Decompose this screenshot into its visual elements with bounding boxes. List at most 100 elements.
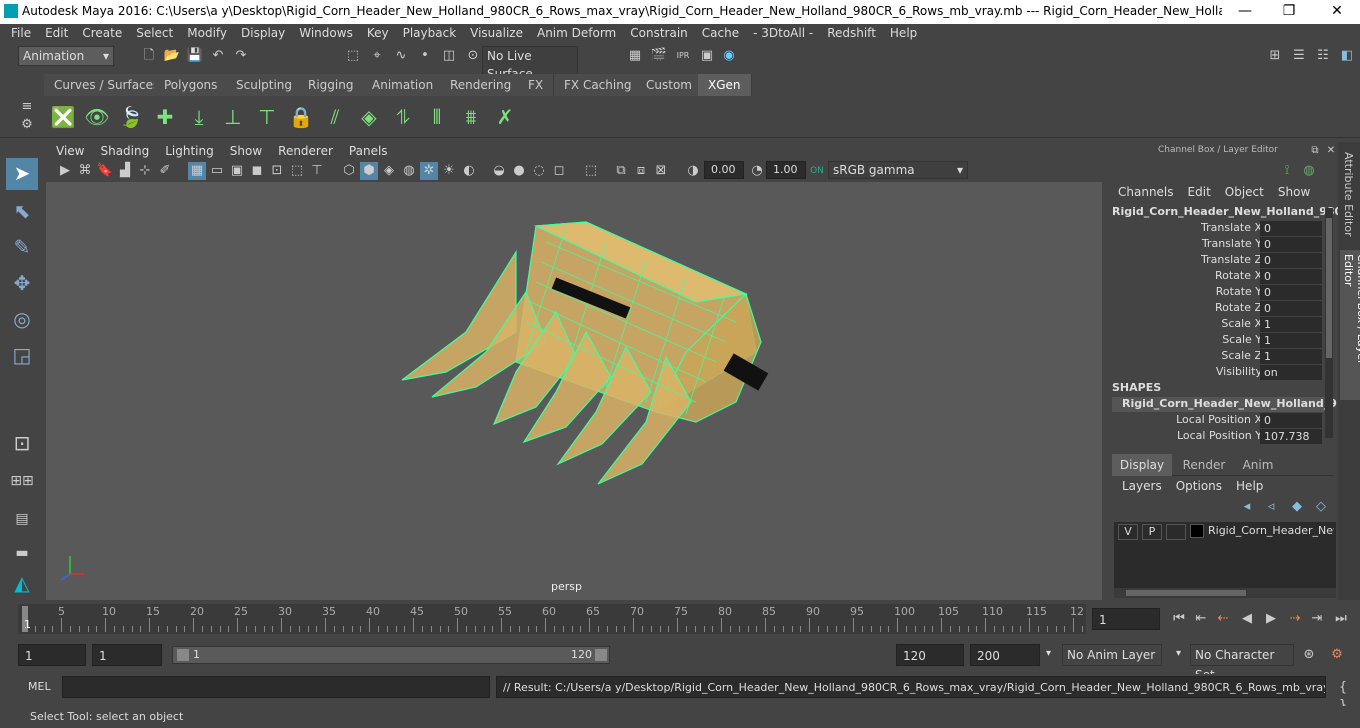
step-forward-key-icon[interactable]: ⇥ [1308, 610, 1326, 628]
tab-fx[interactable]: FX [518, 74, 555, 96]
tab-fx-caching[interactable]: FX Caching [554, 74, 643, 96]
menu-display[interactable]: Display [234, 24, 292, 42]
mel-label[interactable]: MEL [28, 680, 51, 693]
exposure-field[interactable]: 0.00 [704, 161, 744, 179]
resolution-gate-icon[interactable]: ▣ [228, 162, 246, 180]
vp-menu-panels[interactable]: Panels [341, 142, 396, 160]
menu-constrain[interactable]: Constrain [623, 24, 695, 42]
gamma-field[interactable]: 1.00 [766, 161, 806, 179]
xgen-leaf-icon[interactable]: 🍃 [116, 102, 146, 132]
channel-row[interactable]: Rotate Y0 [1104, 285, 1324, 301]
xgen-toggle-guide-icon[interactable]: ⊤ [252, 102, 282, 132]
channel-label[interactable]: Translate Z [1201, 253, 1262, 266]
play-backward-icon[interactable]: ◀ [1238, 610, 1256, 628]
redo-icon[interactable]: ↷ [232, 47, 250, 65]
channel-row[interactable]: Scale X1 [1104, 317, 1324, 333]
exposure-icon[interactable]: ◑ [684, 162, 702, 180]
backface-icon[interactable]: ⊠ [652, 162, 670, 180]
ipr-render-icon[interactable]: IPR [674, 47, 692, 65]
maximize-button[interactable]: ❐ [1274, 2, 1304, 22]
menu-visualize[interactable]: Visualize [463, 24, 530, 42]
layer-menu-options[interactable]: Options [1176, 479, 1222, 493]
layer-type-toggle[interactable] [1166, 524, 1186, 540]
menu-redshift[interactable]: Redshift [820, 24, 883, 42]
channel-row[interactable]: Rotate Z0 [1104, 301, 1324, 317]
channel-value-field[interactable]: 0 [1260, 253, 1322, 268]
xgen-delete-guide-icon[interactable]: ✗ [490, 102, 520, 132]
snap-view-icon[interactable]: ◫ [440, 47, 458, 65]
channel-value-field[interactable]: 0 [1260, 237, 1322, 252]
channel-row[interactable]: Visibility on [1104, 365, 1324, 381]
channel-value-field[interactable]: 0 [1260, 269, 1322, 284]
channel-label[interactable]: Rotate Y [1216, 285, 1262, 298]
channel-label[interactable]: Rotate X [1215, 269, 1262, 282]
channel-value-field[interactable]: 0 [1260, 301, 1322, 316]
tab-render[interactable]: Render [1176, 454, 1232, 476]
xgen-preview-icon[interactable]: 👁 [82, 102, 112, 132]
gate-mask-icon[interactable]: ◼ [248, 162, 266, 180]
auto-key-icon[interactable]: ⊛ [1300, 646, 1318, 664]
step-forward-frame-icon[interactable]: ⇢ [1286, 610, 1304, 628]
cb-menu-edit[interactable]: Edit [1188, 185, 1211, 199]
snap-live-icon[interactable]: ⊙ [464, 47, 482, 65]
shadows-icon[interactable]: ☀ [440, 162, 458, 180]
play-forward-icon[interactable]: ▶ [1262, 610, 1280, 628]
range-start-handle[interactable] [177, 649, 189, 661]
vp-menu-show[interactable]: Show [222, 142, 270, 160]
channel-value-field[interactable]: on [1260, 365, 1322, 380]
menu-key[interactable]: Key [360, 24, 396, 42]
open-scene-icon[interactable]: 📂 [163, 47, 181, 65]
tab-attribute-editor[interactable]: Attribute Editor [1342, 152, 1355, 242]
go-to-end-icon[interactable]: ⏭ [1332, 610, 1350, 628]
tab-custom[interactable]: Custom [636, 74, 703, 96]
save-scene-icon[interactable]: 💾 [186, 47, 204, 65]
layer-playback-toggle[interactable]: P [1142, 524, 1162, 540]
channel-scrollbar[interactable] [1325, 208, 1333, 438]
channel-value-field[interactable]: 1 [1260, 333, 1322, 348]
cb-menu-object[interactable]: Object [1225, 185, 1264, 199]
wireframe-on-shaded-icon[interactable]: ◈ [380, 162, 398, 180]
shelf-settings-icon[interactable]: ⚙ [18, 116, 36, 134]
graph-layout-icon[interactable]: ▬ [6, 538, 38, 570]
lasso-tool-icon[interactable]: ⬉ [6, 196, 38, 228]
channel-label[interactable]: Scale Z [1221, 349, 1262, 362]
field-chart-icon[interactable]: ⊡ [268, 162, 286, 180]
range-end-handle[interactable] [595, 649, 607, 661]
range-slider-bar[interactable]: 1 120 [172, 646, 610, 664]
undo-icon[interactable]: ↶ [209, 47, 227, 65]
paint-select-tool-icon[interactable]: ✎ [6, 232, 38, 264]
scale-tool-icon[interactable]: ◲ [6, 340, 38, 372]
snap-point-icon[interactable]: • [416, 47, 434, 65]
render-view-icon[interactable]: ▣ [698, 47, 716, 65]
character-set-dropdown[interactable]: No Character Set [1190, 644, 1294, 682]
attribute-editor-toggle-icon[interactable]: ☰ [1290, 47, 1308, 65]
depth-of-field-icon[interactable]: ◌ [530, 162, 548, 180]
channel-row[interactable]: Scale Y1 [1104, 333, 1324, 349]
rotate-tool-icon[interactable]: ◎ [6, 304, 38, 336]
two-d-pan-icon[interactable]: ⊹ [136, 162, 154, 180]
tab-anim[interactable]: Anim [1234, 454, 1282, 476]
channel-value-field[interactable]: 107.738 [1260, 429, 1322, 444]
maya-home-icon[interactable]: ◭ [6, 568, 38, 600]
tab-curves-surfaces[interactable]: Curves / Surfaces [44, 74, 171, 96]
channel-row[interactable]: Translate X0 [1104, 221, 1324, 237]
tab-xgen[interactable]: XGen [698, 74, 752, 96]
render-frame-icon[interactable]: 🎬 [650, 47, 668, 65]
channel-row[interactable]: Rotate X0 [1104, 269, 1324, 285]
motion-blur-icon[interactable]: ◒ [490, 162, 508, 180]
tab-polygons[interactable]: Polygons [154, 74, 229, 96]
wireframe-icon[interactable]: ⬡ [340, 162, 358, 180]
shape-name[interactable]: Rigid_Corn_Header_New_Holland_9... [1112, 397, 1349, 412]
close-button[interactable]: ✕ [1322, 2, 1352, 22]
channel-label[interactable]: Translate Y [1202, 237, 1262, 250]
channel-row[interactable]: Scale Z1 [1104, 349, 1324, 365]
menuset-dropdown[interactable]: Animation ▾ [18, 46, 114, 66]
go-to-start-icon[interactable]: ⏮ [1170, 610, 1188, 628]
layer-visibility-toggle[interactable]: V [1118, 524, 1138, 540]
channel-row[interactable]: Local Position Y 107.738 [1104, 429, 1324, 445]
animation-prefs-icon[interactable]: ⚙ [1328, 646, 1346, 664]
channel-box-toggle-icon[interactable]: ◧ [1338, 47, 1356, 65]
channel-label[interactable]: Local Position Y [1177, 429, 1262, 442]
camera-select-icon[interactable]: ▶ [56, 162, 74, 180]
menu-playback[interactable]: Playback [396, 24, 464, 42]
